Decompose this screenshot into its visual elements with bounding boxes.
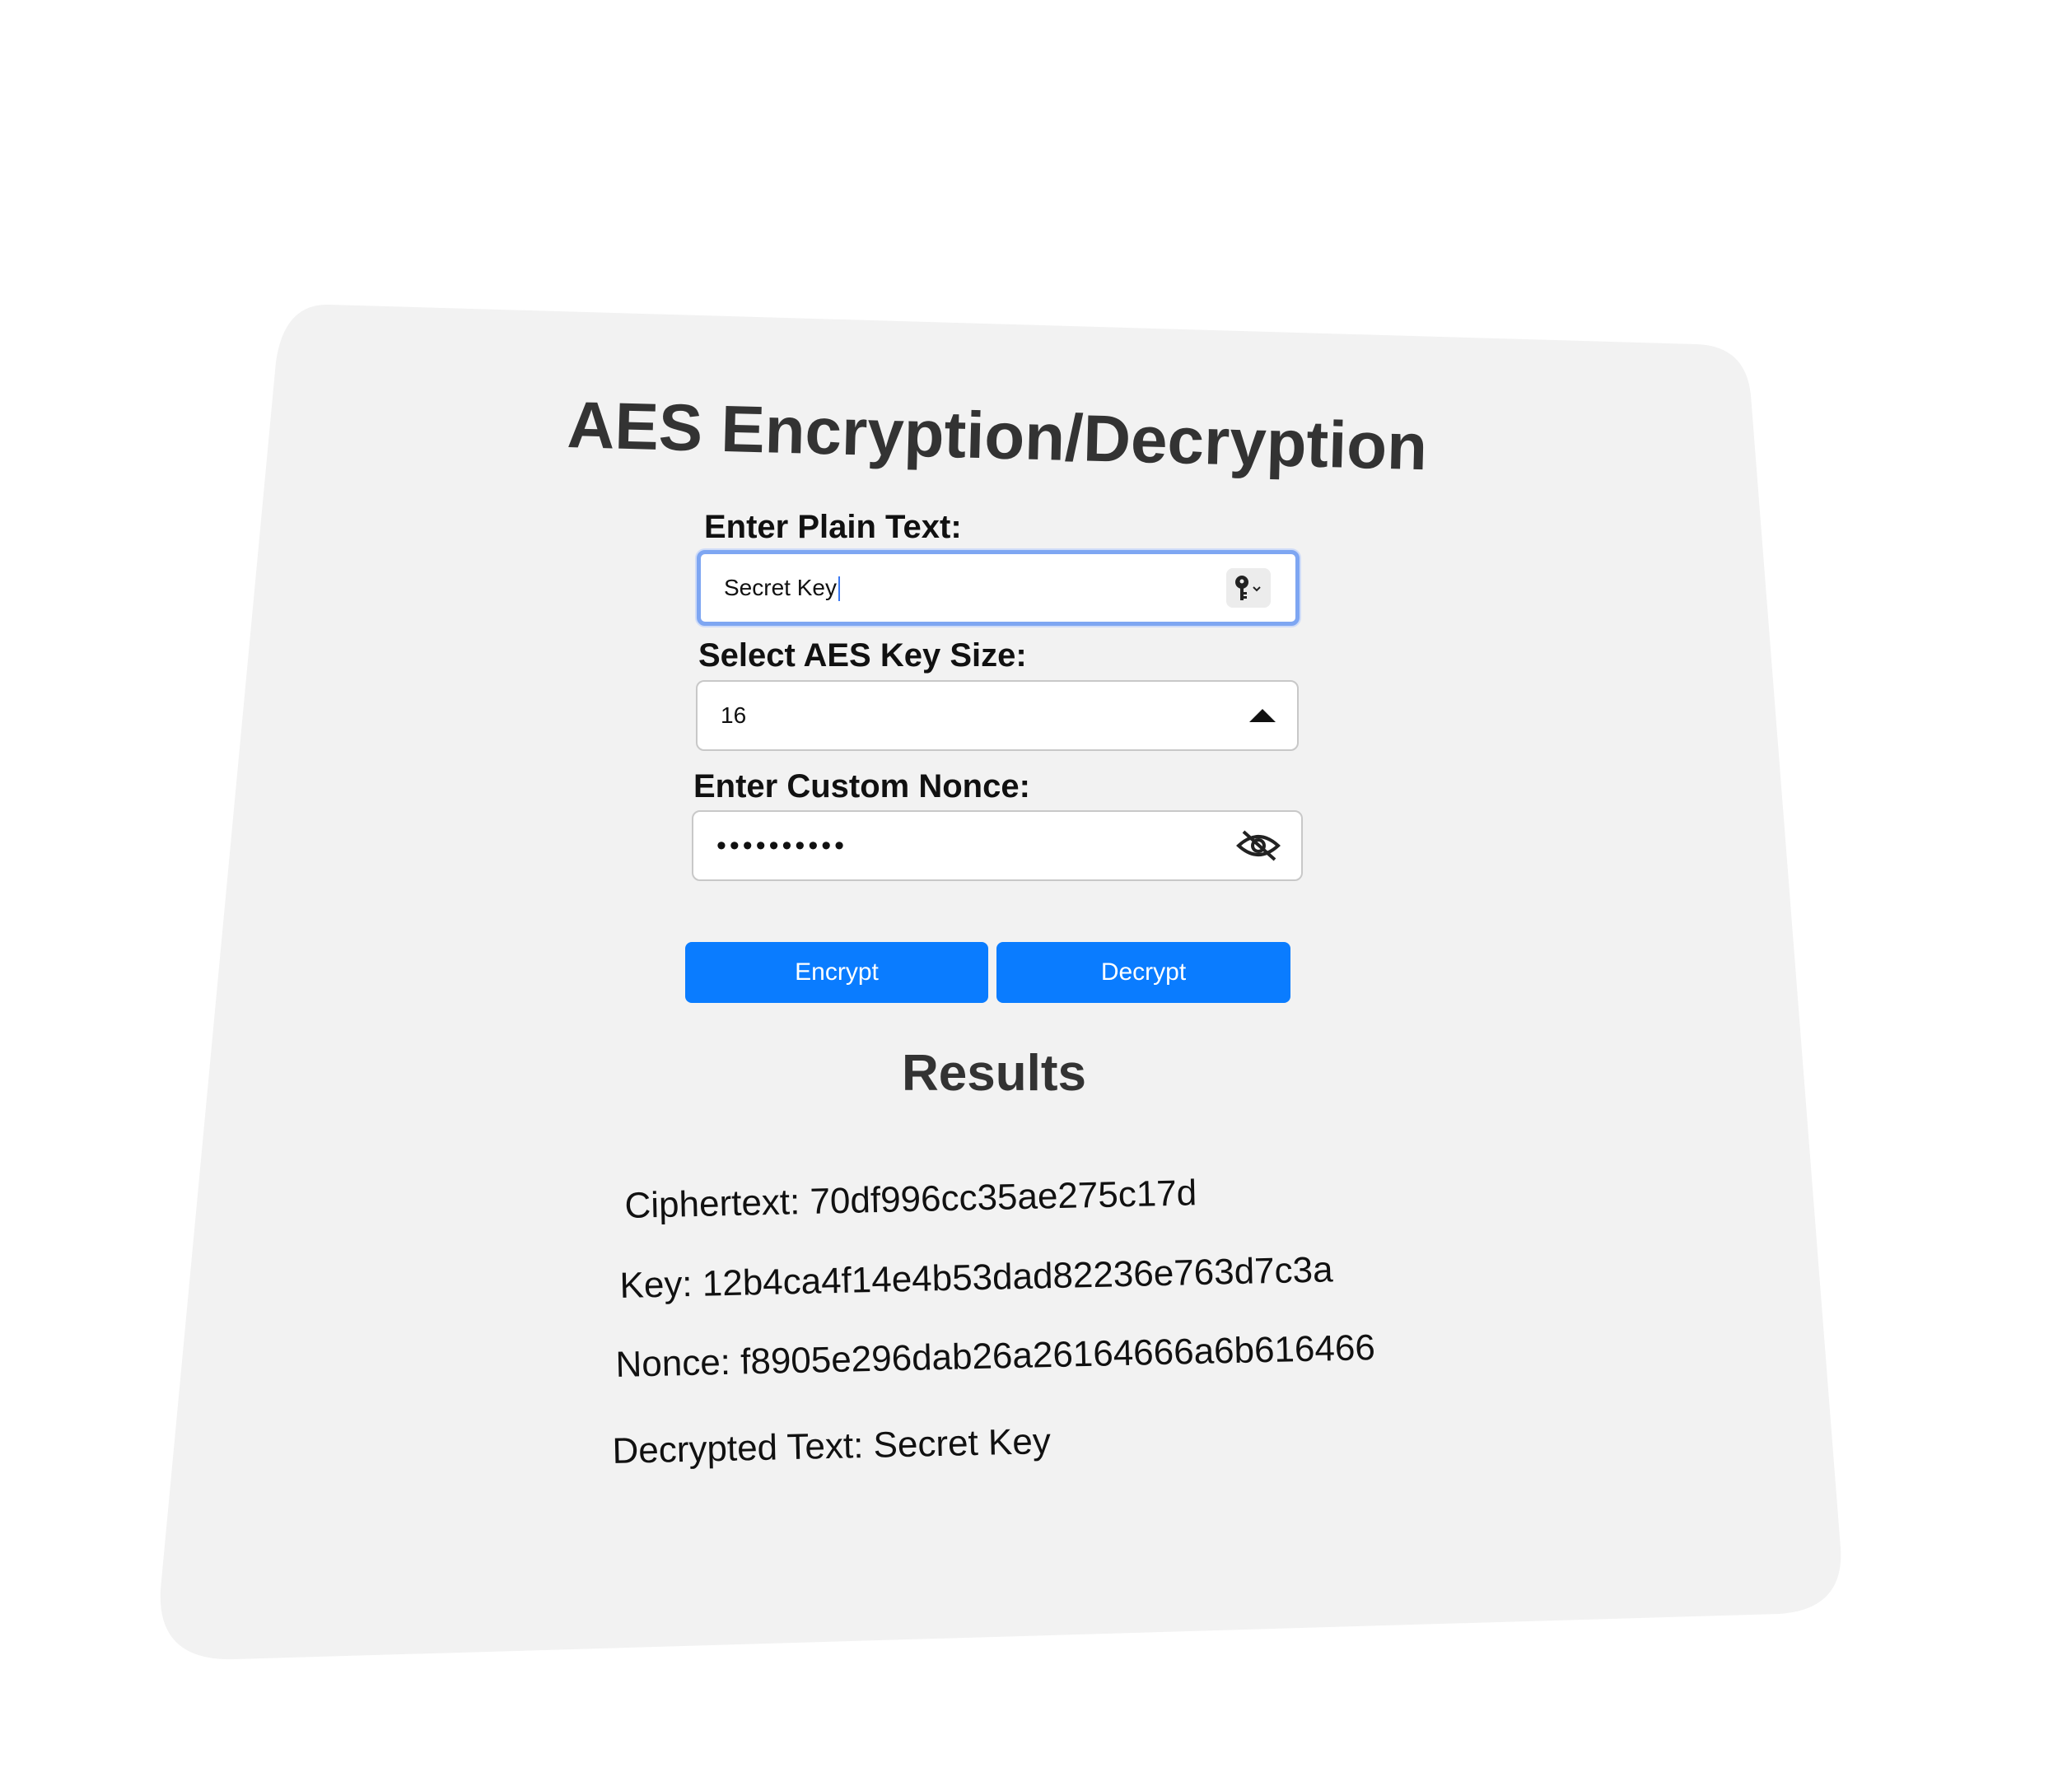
decrypted-label: Decrypted Text: xyxy=(612,1425,864,1471)
nonce-input[interactable]: •••••••••• xyxy=(692,810,1303,881)
app-card: AES Encryption/Decryption Enter Plain Te… xyxy=(0,0,2072,1786)
caret-up-icon xyxy=(1249,709,1276,722)
key-size-select[interactable]: 16 xyxy=(696,680,1299,751)
page-title: AES Encryption/Decryption xyxy=(566,387,1429,484)
key-result-value: 12b4ca4f14e4b53dad82236e763d7c3a xyxy=(702,1249,1334,1304)
encrypt-button[interactable]: Encrypt xyxy=(685,942,988,1003)
key-size-value: 16 xyxy=(721,702,747,728)
decrypt-button[interactable]: Decrypt xyxy=(996,942,1290,1003)
ciphertext-result: Ciphertext: 70df996cc35ae275c17d xyxy=(624,1173,1197,1227)
plain-text-label: Enter Plain Text: xyxy=(704,509,962,545)
eye-slash-icon[interactable] xyxy=(1235,829,1281,862)
nonce-result-label: Nonce: xyxy=(615,1341,731,1385)
decrypted-result: Decrypted Text: Secret Key xyxy=(612,1421,1051,1472)
nonce-result-value: f8905e296dab26a26164666a6b616466 xyxy=(740,1327,1376,1383)
ciphertext-label: Ciphertext: xyxy=(624,1182,800,1226)
key-glyph xyxy=(1235,576,1261,600)
key-result-label: Key: xyxy=(619,1264,693,1306)
eye-slash-glyph xyxy=(1236,830,1281,861)
key-size-label: Select AES Key Size: xyxy=(698,637,1027,674)
nonce-label: Enter Custom Nonce: xyxy=(693,768,1030,804)
nonce-masked-value: •••••••••• xyxy=(716,829,848,861)
key-icon[interactable] xyxy=(1226,568,1271,608)
ciphertext-value: 70df996cc35ae275c17d xyxy=(809,1173,1197,1222)
key-result: Key: 12b4ca4f14e4b53dad82236e763d7c3a xyxy=(619,1249,1333,1307)
nonce-result: Nonce: f8905e296dab26a26164666a6b616466 xyxy=(615,1327,1375,1386)
plain-text-value: Secret Key xyxy=(701,575,1226,602)
text-caret xyxy=(838,576,840,602)
results-heading: Results xyxy=(902,1045,1086,1102)
plain-text-input[interactable]: Secret Key xyxy=(697,550,1300,626)
decrypted-value: Secret Key xyxy=(873,1420,1052,1466)
